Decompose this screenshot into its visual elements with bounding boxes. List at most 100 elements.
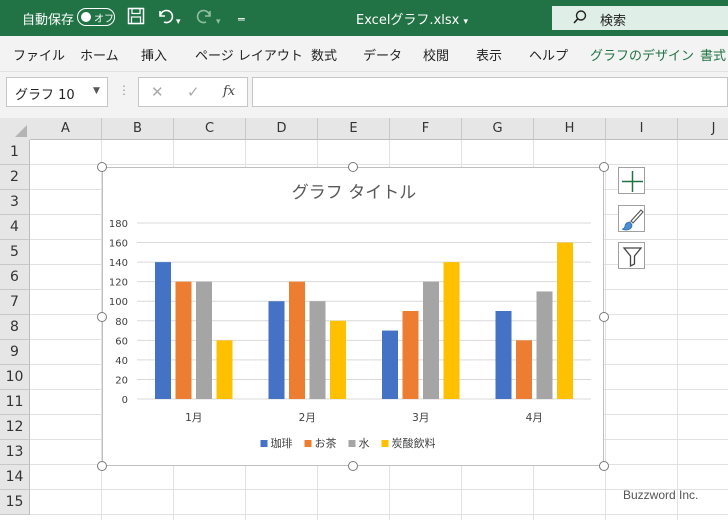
tab-review[interactable]: 校閲 <box>423 45 449 64</box>
bar-2-2 <box>289 281 305 399</box>
row-header-13[interactable]: 13 <box>0 440 30 465</box>
undo-dropdown-icon[interactable]: ▾ <box>176 12 181 32</box>
insert-function-icon[interactable]: fx <box>223 84 235 99</box>
row-header-6[interactable]: 6 <box>0 265 30 290</box>
legend-swatch-1 <box>260 440 268 447</box>
y-tick-label: 180 <box>109 219 128 230</box>
row-header-15[interactable]: 15 <box>0 490 30 515</box>
y-tick-label: 80 <box>115 317 128 328</box>
bar-3-1 <box>196 281 212 399</box>
redo-icon[interactable] <box>196 7 214 30</box>
column-header-g[interactable]: G <box>462 118 534 140</box>
resize-handle-ne[interactable] <box>599 162 609 172</box>
legend-swatch-3 <box>348 440 356 447</box>
cancel-icon[interactable]: ✕ <box>151 83 164 101</box>
resize-handle-sw[interactable] <box>97 461 107 471</box>
column-header-i[interactable]: I <box>606 118 678 140</box>
row-header-1[interactable]: 1 <box>0 140 30 165</box>
column-header-j[interactable]: J <box>678 118 728 140</box>
resize-handle-n[interactable] <box>348 162 358 172</box>
bar-4-4 <box>557 242 573 399</box>
y-tick-label: 100 <box>109 297 128 308</box>
customize-toolbar-icon[interactable]: ═ <box>238 10 245 30</box>
legend-swatch-2 <box>304 440 312 447</box>
enter-icon[interactable]: ✓ <box>187 83 200 101</box>
x-tick-label: 1月 <box>185 412 202 424</box>
grid-line <box>30 514 728 515</box>
grid-line <box>677 140 678 520</box>
row-header-8[interactable]: 8 <box>0 315 30 340</box>
row-header-9[interactable]: 9 <box>0 340 30 365</box>
search-box[interactable]: 検索 <box>552 6 728 30</box>
toggle-knob <box>81 11 91 22</box>
tab-file[interactable]: ファイル <box>13 45 65 64</box>
chart-elements-button[interactable] <box>618 167 645 194</box>
tab-format[interactable]: 書式 <box>700 45 726 64</box>
grid-line <box>30 164 728 165</box>
formula-bar: グラフ 10 ▼ ⋮ ✕ ✓ fx <box>0 72 728 118</box>
resize-handle-s[interactable] <box>348 461 358 471</box>
y-tick-label: 0 <box>122 395 128 406</box>
undo-icon[interactable] <box>156 7 174 30</box>
row-header-14[interactable]: 14 <box>0 465 30 490</box>
bar-3-3 <box>423 281 439 399</box>
column-header-h[interactable]: H <box>534 118 606 140</box>
tab-view[interactable]: 表示 <box>476 45 502 64</box>
column-header-c[interactable]: C <box>174 118 246 140</box>
bar-1-1 <box>155 262 171 399</box>
column-header-f[interactable]: F <box>390 118 462 140</box>
row-header-2[interactable]: 2 <box>0 165 30 190</box>
redo-dropdown-icon[interactable]: ▾ <box>216 12 221 32</box>
tab-formulas[interactable]: 数式 <box>311 45 337 64</box>
title-bar: 自動保存 オフ ▾ ▾ ═ Excelグラフ.xlsx ▾ 検索 <box>0 0 728 36</box>
tab-help[interactable]: ヘルプ <box>529 45 568 64</box>
resize-handle-nw[interactable] <box>97 162 107 172</box>
paintbrush-icon <box>621 209 644 231</box>
x-tick-label: 3月 <box>412 412 429 424</box>
file-name[interactable]: Excelグラフ.xlsx ▾ <box>356 9 468 28</box>
y-tick-label: 40 <box>115 356 128 367</box>
row-header-3[interactable]: 3 <box>0 190 30 215</box>
chart-styles-button[interactable] <box>618 205 645 232</box>
tab-home[interactable]: ホーム <box>80 45 119 64</box>
name-box[interactable]: グラフ 10 ▼ <box>6 77 108 107</box>
y-tick-label: 20 <box>115 375 128 386</box>
column-header-e[interactable]: E <box>318 118 390 140</box>
column-header-b[interactable]: B <box>102 118 174 140</box>
row-header-4[interactable]: 4 <box>0 215 30 240</box>
row-header-5[interactable]: 5 <box>0 240 30 265</box>
row-header-10[interactable]: 10 <box>0 365 30 390</box>
bar-3-4 <box>536 291 553 399</box>
chart-filters-button[interactable] <box>618 242 645 269</box>
resize-handle-w[interactable] <box>97 311 107 322</box>
chart-title: グラフ タイトル <box>292 183 416 203</box>
tab-insert[interactable]: 挿入 <box>141 45 167 64</box>
autosave-toggle[interactable]: オフ <box>77 8 115 26</box>
select-all-corner[interactable] <box>0 118 30 140</box>
filter-icon <box>622 247 643 268</box>
autosave-label: 自動保存 <box>22 13 75 28</box>
bar-1-3 <box>382 330 398 399</box>
save-icon[interactable] <box>127 7 145 30</box>
column-header-d[interactable]: D <box>246 118 318 140</box>
more-options-icon[interactable]: ⋮ <box>118 83 130 97</box>
plus-icon <box>622 171 643 192</box>
chart[interactable]: グラフ タイトル 0 20 40 60 80 100 120 140 160 180 1月 2月 3月 4月… <box>102 167 604 466</box>
tab-data[interactable]: データ <box>363 45 402 64</box>
y-tick-label: 120 <box>109 278 128 289</box>
bar-4-3 <box>443 262 460 399</box>
chevron-down-icon[interactable]: ▼ <box>93 86 100 96</box>
legend-entry-1: 珈琲 <box>271 436 293 450</box>
resize-handle-se[interactable] <box>599 461 609 471</box>
resize-handle-e[interactable] <box>599 311 609 322</box>
column-header-a[interactable]: A <box>30 118 102 140</box>
legend-entry-2: お茶 <box>315 437 337 450</box>
formula-input[interactable] <box>252 77 728 107</box>
bar-1-2 <box>268 301 285 399</box>
bar-2-1 <box>175 281 192 399</box>
row-header-11[interactable]: 11 <box>0 390 30 415</box>
tab-page-layout[interactable]: ページ レイアウト <box>195 45 303 64</box>
row-header-12[interactable]: 12 <box>0 415 30 440</box>
row-header-7[interactable]: 7 <box>0 290 30 315</box>
tab-chart-design[interactable]: グラフのデザイン <box>590 45 694 64</box>
